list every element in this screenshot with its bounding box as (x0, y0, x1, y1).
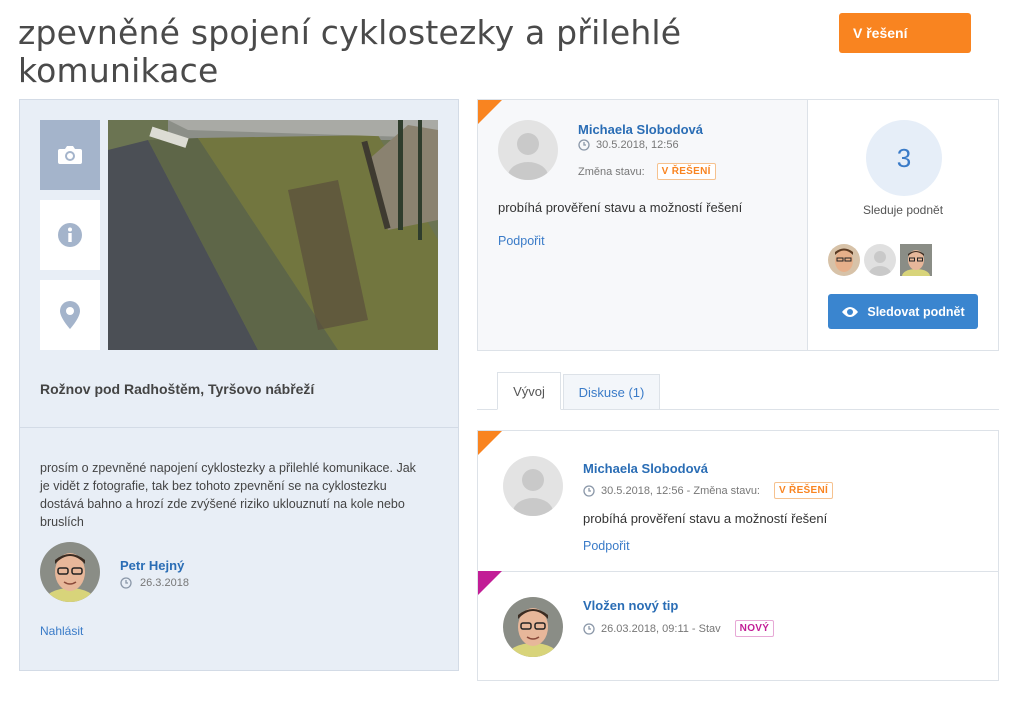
support-link[interactable]: Podpořit (498, 234, 545, 248)
avatar[interactable] (828, 244, 860, 276)
status-badge: V ŘEŠENÍ (774, 482, 834, 499)
follow-button[interactable]: Sledovat podnět (828, 294, 978, 329)
latest-status-card: Michaela Slobodová 30.5.2018, 12:56 Změn… (477, 99, 999, 351)
status-corner-marker (478, 100, 502, 124)
timeline-meta-row: 30.5.2018, 12:56 - Změna stavu: V ŘEŠENÍ (583, 482, 834, 499)
author-face-icon (503, 597, 563, 657)
follow-button-label: Sledovat podnět (867, 304, 965, 319)
location-text: Rožnov pod Radhoštěm, Tyršovo nábřeží (40, 381, 315, 397)
new-corner-marker (478, 571, 502, 595)
avatar[interactable] (503, 456, 563, 516)
author-face-icon (40, 542, 100, 602)
follower-face-icon (828, 244, 860, 276)
follower-count: 3 (866, 120, 942, 196)
clock-icon (120, 577, 132, 589)
timeline-meta-row: 26.03.2018, 09:11 - Stav NOVÝ (583, 620, 775, 637)
clock-icon (578, 139, 590, 151)
list-item: Vložen nový tip 26.03.2018, 09:11 - Stav… (478, 571, 998, 681)
photo-illustration (108, 120, 438, 350)
status-message: probíhá prověření stavu a možností řešen… (498, 200, 743, 215)
divider (20, 427, 458, 428)
page-title: zpevněné spojení cyklostezky a přilehlé … (18, 13, 682, 90)
tip-detail-panel: Rožnov pod Radhoštěm, Tyršovo nábřeží pr… (19, 99, 459, 671)
camera-icon (58, 146, 82, 164)
tab-discussion[interactable]: Diskuse (1) (563, 374, 660, 410)
map-pin-icon (60, 301, 80, 329)
clock-icon (583, 484, 595, 497)
latest-status: Michaela Slobodová 30.5.2018, 12:56 Změn… (478, 100, 808, 350)
status-corner-marker (478, 431, 502, 455)
list-item: Michaela Slobodová 30.5.2018, 12:56 - Zm… (478, 431, 998, 571)
timeline-meta: 30.5.2018, 12:56 - Změna stavu: (601, 484, 760, 497)
eye-icon (842, 306, 859, 317)
timeline: Michaela Slobodová 30.5.2018, 12:56 - Zm… (477, 430, 999, 681)
timeline-user-name[interactable]: Michaela Slobodová (583, 461, 708, 476)
author-date: 26.3.2018 (140, 577, 189, 589)
tab-photo[interactable] (40, 120, 100, 190)
status-change-label: Změna stavu: (578, 165, 645, 178)
status-datetime: 30.5.2018, 12:56 (596, 139, 679, 151)
timeline-meta: 26.03.2018, 09:11 - Stav (601, 622, 721, 635)
status-badge: NOVÝ (734, 620, 775, 637)
clock-icon (583, 622, 595, 635)
avatar[interactable] (40, 542, 100, 602)
timeline-event-title[interactable]: Vložen nový tip (583, 598, 678, 613)
follower-face-icon (900, 244, 932, 276)
timeline-message: probíhá prověření stavu a možností řešen… (583, 511, 828, 526)
tab-map[interactable] (40, 280, 100, 350)
tab-info[interactable] (40, 200, 100, 270)
tip-photo[interactable] (108, 120, 438, 350)
status-button[interactable]: V řešení (839, 13, 971, 53)
report-link[interactable]: Nahlásit (40, 624, 83, 638)
avatar[interactable] (864, 244, 896, 276)
status-badge: V ŘEŠENÍ (656, 163, 716, 180)
tab-development[interactable]: Vývoj (497, 372, 561, 410)
user-placeholder-icon (869, 251, 891, 276)
support-link[interactable]: Podpořit (583, 539, 630, 553)
status-change-row: Změna stavu: V ŘEŠENÍ (578, 163, 716, 180)
user-placeholder-icon (513, 469, 553, 516)
status-datetime-row: 30.5.2018, 12:56 (578, 139, 679, 151)
follower-label: Sleduje podnět (862, 203, 944, 217)
status-user-name[interactable]: Michaela Slobodová (578, 122, 703, 137)
author-date-row: 26.3.2018 (120, 577, 189, 589)
avatar[interactable] (900, 244, 932, 276)
tip-description: prosím o zpevněné napojení cyklostezky a… (40, 461, 416, 529)
tab-bar: Vývoj Diskuse (1) (477, 372, 999, 410)
avatar[interactable] (498, 120, 558, 180)
follow-box: 3 Sleduje podnět Sledovat podnět (808, 100, 998, 350)
avatar[interactable] (503, 597, 563, 657)
user-placeholder-icon (508, 133, 548, 180)
info-icon (58, 223, 82, 247)
author-name[interactable]: Petr Hejný (120, 558, 184, 573)
